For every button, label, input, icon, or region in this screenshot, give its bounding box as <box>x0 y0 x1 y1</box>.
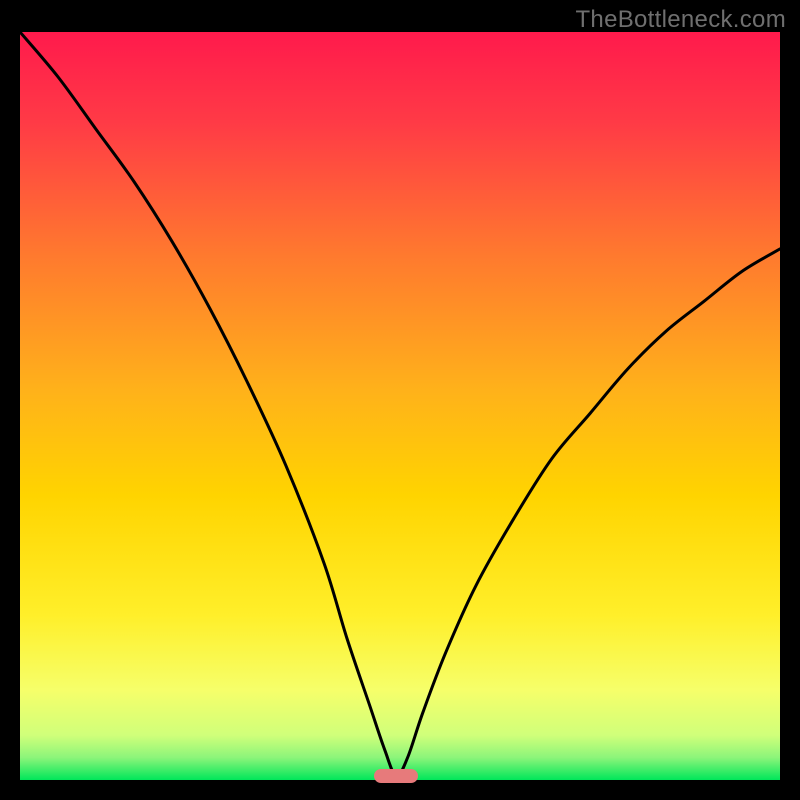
plot-area <box>20 32 780 780</box>
watermark-text: TheBottleneck.com <box>575 6 786 34</box>
gradient-background <box>20 32 780 780</box>
optimum-marker <box>374 769 418 783</box>
chart-container: TheBottleneck.com <box>0 0 800 800</box>
